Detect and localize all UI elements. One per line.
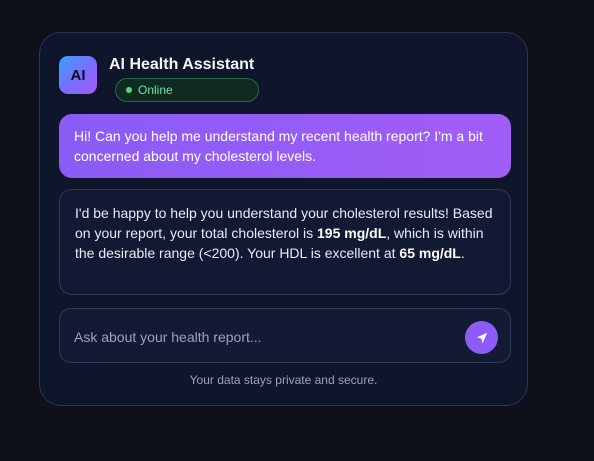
- assistant-message: I'd be happy to help you understand your…: [59, 189, 511, 295]
- chat-card: AI AI Health Assistant Online Hi! Can yo…: [39, 32, 528, 406]
- total-cholesterol-value: 195 mg/dL: [317, 225, 387, 241]
- message-input[interactable]: [72, 309, 456, 364]
- message-composer: [59, 308, 511, 364]
- assistant-title: AI Health Assistant: [109, 56, 255, 73]
- send-button[interactable]: [465, 321, 498, 354]
- status-badge: Online: [115, 78, 259, 102]
- assistant-avatar: AI: [59, 56, 97, 94]
- avatar-text: AI: [70, 66, 86, 84]
- hdl-value: 65 mg/dL: [399, 245, 461, 261]
- privacy-note: Your data stays private and secure.: [189, 373, 378, 387]
- send-arrow-icon: [476, 332, 487, 343]
- chat-header: AI AI Health Assistant Online: [59, 56, 479, 102]
- user-message: Hi! Can you help me understand my recent…: [59, 114, 511, 178]
- status-label: Online: [138, 83, 173, 97]
- status-dot-icon: [126, 87, 132, 93]
- user-message-text: Hi! Can you help me understand my recent…: [74, 128, 483, 164]
- assistant-message-text-3: .: [460, 245, 465, 261]
